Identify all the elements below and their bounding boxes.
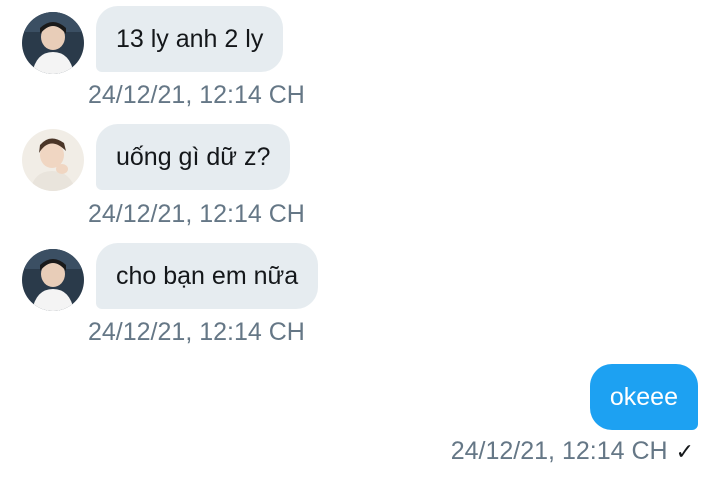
chat-thread: 13 ly anh 2 ly 24/12/21, 12:14 CH uống g… xyxy=(0,0,720,484)
message-bubble[interactable]: cho bạn em nữa xyxy=(96,243,319,309)
sender-avatar[interactable] xyxy=(22,129,84,191)
message-timestamp: 24/12/21, 12:14 CH xyxy=(88,81,305,109)
message-bubble[interactable]: 13 ly anh 2 ly xyxy=(96,6,284,72)
message-timestamp: 24/12/21, 12:14 CH xyxy=(88,200,305,228)
message-timestamp-outgoing: 24/12/21, 12:14 CH ✓ xyxy=(451,437,694,466)
sender-avatar[interactable] xyxy=(22,249,84,311)
message-bubble[interactable]: uống gì dữ z? xyxy=(96,124,291,190)
checkmark-icon: ✓ xyxy=(675,439,694,464)
message-timestamp-text: 24/12/21, 12:14 CH xyxy=(450,437,668,465)
message-timestamp: 24/12/21, 12:14 CH xyxy=(88,318,305,346)
message-bubble-outgoing[interactable]: okeee xyxy=(589,364,698,430)
sender-avatar[interactable] xyxy=(22,12,84,74)
